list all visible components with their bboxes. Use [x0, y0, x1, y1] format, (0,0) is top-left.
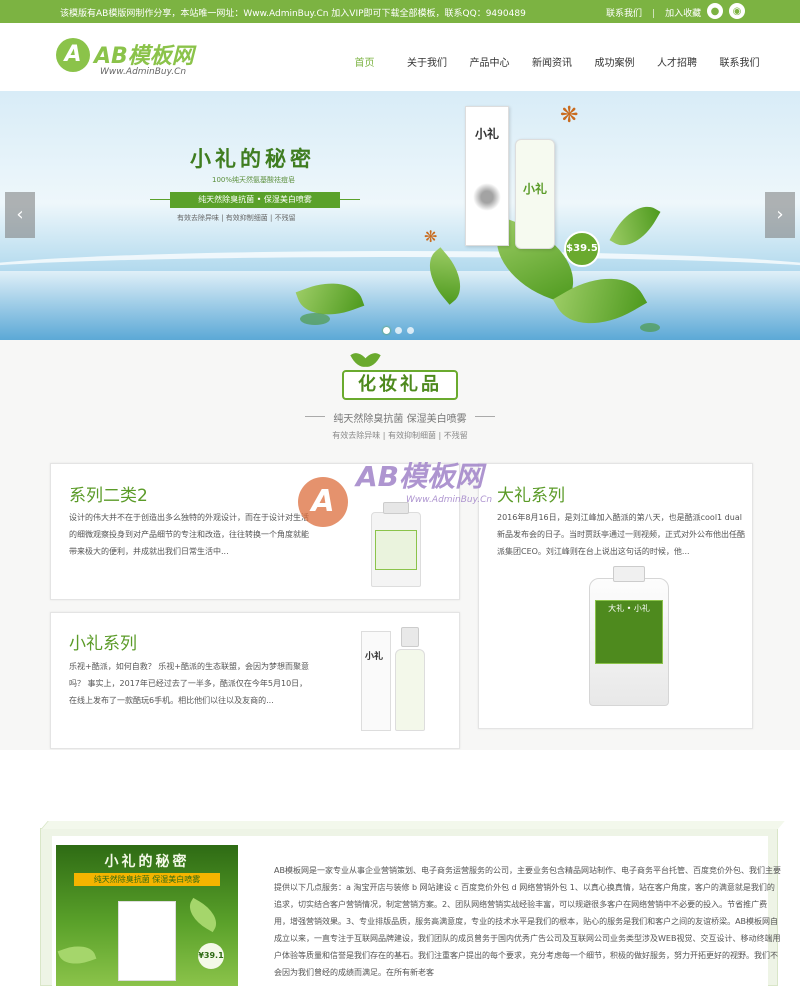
nav-jobs[interactable]: 人才招聘 — [651, 54, 704, 69]
product-card[interactable]: 系列二类2 设计的伟大并不在于创造出多么独特的外观设计，而在于设计对生活的细微观… — [50, 463, 460, 600]
qq-icon[interactable]: ● — [707, 3, 723, 19]
about-text: AB模板网是一家专业从事企业营销策划、电子商务运营服务的公司，主要业务包含精品网… — [274, 866, 781, 977]
product-box-image: 小礼 — [465, 106, 509, 246]
price-badge: $39.5 — [564, 231, 600, 267]
site-header: A AB模板网 Www.AdminBuy.Cn 首页 关于我们 产品中心 新闻资… — [0, 23, 800, 91]
slide-dot[interactable] — [383, 327, 390, 334]
card-description: 设计的伟大并不在于创造出多么独特的外观设计，而在于设计对生活的细微观察投身到对产… — [69, 513, 309, 556]
site-notice: 该模版有AB模版网制作分享，本站唯一网址：Www.AdminBuy.Cn 加入V… — [60, 9, 526, 19]
banner-features: 有效去除异味 | 有效抑制细菌 | 不残留 — [177, 214, 296, 222]
card-description: 2016年8月16日，是刘江峰加入酷派的第八天，也是酷派cool1 dual新品… — [497, 513, 745, 556]
nav-contact[interactable]: 联系我们 — [713, 54, 766, 69]
slide-dot[interactable] — [395, 327, 402, 334]
next-slide-button[interactable]: › — [765, 192, 795, 238]
section-title: 化妆礼品 — [342, 370, 458, 400]
section-subtitle: 纯天然除臭抗菌 保湿美白喷雾 — [305, 410, 495, 425]
product-card[interactable]: 大礼系列 2016年8月16日，是刘江峰加入酷派的第八天，也是酷派cool1 d… — [478, 463, 753, 729]
water-wave — [0, 251, 800, 291]
fish-icon — [300, 313, 330, 325]
banner-subtitle: 100%纯天然氨基酸祛痘皂 — [212, 176, 296, 184]
nav-products[interactable]: 产品中心 — [463, 54, 516, 69]
about-product-box — [118, 901, 176, 981]
bottle-label: 大礼 • 小礼 — [595, 600, 663, 664]
product-card[interactable]: 小礼系列 乐视+酷派，如何自救？ 乐视+酷派的生态联盟，会因为梦想而聚意吗？ 事… — [50, 612, 460, 749]
contact-us-link[interactable]: 联系我们 — [606, 9, 642, 19]
slide-indicators — [383, 327, 414, 334]
divider: | — [652, 9, 656, 19]
main-nav: 首页 关于我们 产品中心 新闻资讯 成功案例 人才招聘 联系我们 — [338, 54, 776, 69]
section-leaf-icon — [350, 349, 381, 371]
nav-news[interactable]: 新闻资讯 — [526, 54, 579, 69]
banner-ribbon: 纯天然除臭抗菌 • 保湿美白喷雾 — [170, 192, 340, 208]
nav-home[interactable]: 首页 — [338, 54, 391, 69]
top-links: 联系我们 | 加入收藏 — [606, 6, 711, 19]
logo-url: Www.AdminBuy.Cn — [100, 67, 187, 77]
banner-title: 小礼的秘密 — [190, 147, 315, 171]
social-icons: ● ◉ — [707, 3, 745, 19]
nav-about[interactable]: 关于我们 — [401, 54, 454, 69]
leaf-icon — [609, 196, 661, 256]
prev-slide-button[interactable]: ‹ — [5, 192, 35, 238]
product-image[interactable]: 小礼 — [361, 627, 425, 731]
butterfly-icon: ❋ — [424, 227, 438, 246]
add-favorite-link[interactable]: 加入收藏 — [665, 9, 701, 19]
about-image-title: 小礼的秘密 — [104, 854, 190, 870]
nav-cases[interactable]: 成功案例 — [588, 54, 641, 69]
tree-icon — [473, 182, 501, 211]
product-image[interactable]: 大礼 • 小礼 — [589, 566, 669, 706]
product-box-label: 小礼 — [365, 652, 384, 662]
top-bar: 该模版有AB模版网制作分享，本站唯一网址：Www.AdminBuy.Cn 加入V… — [0, 0, 800, 23]
about-price-badge: ¥39.1 — [198, 943, 224, 969]
card-title[interactable]: 小礼系列 — [69, 629, 137, 654]
butterfly-icon: ❋ — [560, 103, 579, 128]
logo-name: AB模板网 — [94, 44, 194, 69]
product-box-label: 小礼 — [474, 127, 499, 141]
fish-icon — [640, 323, 660, 332]
hero-banner[interactable]: 小礼 小礼 ❋ ❋ $39.5 小礼的秘密 100%纯天然氨基酸祛痘皂 纯天然除… — [0, 91, 800, 340]
spray-bottle-label: 小礼 — [522, 182, 547, 196]
slide-dot[interactable] — [407, 327, 414, 334]
section-features: 有效去除异味 | 有效抑制细菌 | 不残留 — [332, 431, 468, 440]
about-image-ribbon: 纯天然除臭抗菌 保湿美白喷雾 — [74, 873, 220, 886]
about-image[interactable]: 小礼的秘密 纯天然除臭抗菌 保湿美白喷雾 ¥39.1 — [56, 845, 238, 986]
card-title[interactable]: 系列二类2 — [69, 481, 148, 506]
card-title[interactable]: 大礼系列 — [497, 481, 565, 506]
spray-bottle-image: 小礼 — [515, 139, 555, 249]
logo-mark-icon: A — [56, 38, 90, 72]
wechat-icon[interactable]: ◉ — [729, 3, 745, 19]
product-image[interactable] — [371, 502, 421, 587]
card-description: 乐视+酷派，如何自救？ 乐视+酷派的生态联盟，会因为梦想而聚意吗？ 事实上，20… — [69, 662, 309, 705]
